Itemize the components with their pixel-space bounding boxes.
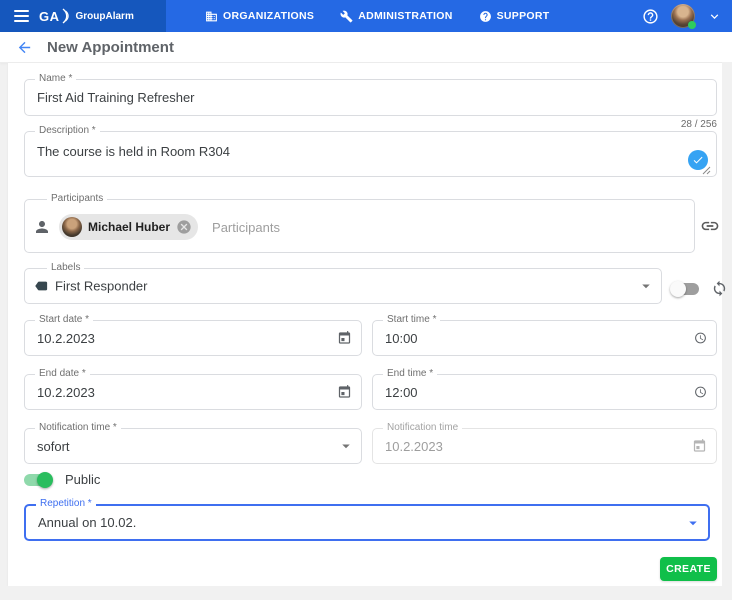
logo-swoosh-icon	[62, 7, 70, 25]
repetition-field[interactable]: Repetition *	[24, 504, 710, 541]
app-bar: GA GroupAlarm ORGANIZATIONS ADMINISTRATI…	[0, 0, 732, 32]
remove-participant-icon[interactable]	[176, 219, 192, 235]
user-avatar[interactable]	[671, 4, 695, 28]
page-background-right	[722, 62, 732, 600]
end-time-input[interactable]	[373, 375, 716, 409]
online-status-dot	[688, 21, 696, 29]
repetition-input[interactable]	[26, 506, 708, 539]
clock-icon[interactable]	[694, 332, 707, 345]
participant-avatar	[62, 217, 82, 237]
toggle-knob	[37, 472, 53, 488]
notification-date-field: Notification time	[372, 428, 717, 464]
toggle-knob	[670, 281, 686, 297]
nav-administration-label: ADMINISTRATION	[358, 10, 452, 22]
participants-field-label: Participants	[47, 193, 107, 205]
calendar-icon[interactable]	[337, 385, 352, 400]
notification-time-value[interactable]	[25, 429, 361, 463]
description-field[interactable]: Description * The course is held in Room…	[24, 131, 717, 177]
page-title: New Appointment	[47, 39, 174, 56]
resize-handle-icon[interactable]	[702, 166, 711, 175]
repetition-dropdown-caret-icon[interactable]	[684, 514, 702, 532]
nav-support-label: SUPPORT	[497, 10, 550, 22]
main-nav: ORGANIZATIONS ADMINISTRATION SUPPORT	[205, 0, 549, 32]
page-toolbar: New Appointment	[0, 32, 732, 63]
support-icon	[479, 10, 492, 23]
person-icon	[33, 218, 51, 236]
new-appointment-page: GA GroupAlarm ORGANIZATIONS ADMINISTRATI…	[0, 0, 732, 600]
nav-organizations-label: ORGANIZATIONS	[223, 10, 314, 22]
clock-icon[interactable]	[694, 386, 707, 399]
link-icon[interactable]	[700, 216, 720, 236]
end-date-input[interactable]	[25, 375, 361, 409]
notification-time-select[interactable]: Notification time *	[24, 428, 362, 464]
administration-icon	[340, 10, 353, 23]
menu-icon[interactable]	[14, 10, 29, 22]
help-icon[interactable]	[642, 8, 659, 25]
name-input[interactable]	[25, 80, 716, 115]
end-time-field[interactable]: End time *	[372, 374, 717, 410]
labels-toggle[interactable]	[672, 283, 699, 295]
page-background-bottom	[0, 586, 732, 600]
labels-dropdown-caret-icon[interactable]	[637, 277, 655, 295]
nav-organizations[interactable]: ORGANIZATIONS	[205, 10, 314, 23]
back-arrow-icon[interactable]	[16, 39, 33, 56]
start-time-field[interactable]: Start time *	[372, 320, 717, 356]
start-date-input[interactable]	[25, 321, 361, 355]
public-toggle[interactable]	[24, 474, 51, 486]
tag-icon	[34, 279, 49, 294]
start-date-field[interactable]: Start date *	[24, 320, 362, 356]
public-label: Public	[65, 472, 100, 487]
end-date-field[interactable]: End date *	[24, 374, 362, 410]
nav-administration[interactable]: ADMINISTRATION	[340, 10, 452, 23]
start-time-input[interactable]	[373, 321, 716, 355]
labels-value: First Responder	[55, 279, 147, 294]
group-alarm-logo[interactable]: GA GroupAlarm	[39, 7, 134, 25]
app-bar-right	[642, 0, 722, 32]
participants-input[interactable]	[210, 219, 688, 236]
create-button[interactable]: CREATE	[660, 557, 717, 581]
organizations-icon	[205, 10, 218, 23]
participant-name: Michael Huber	[88, 220, 170, 234]
labels-field[interactable]: Labels First Responder	[24, 268, 662, 304]
notification-date-input	[373, 429, 716, 463]
dropdown-caret-icon[interactable]	[337, 437, 355, 455]
sync-icon[interactable]	[711, 280, 728, 297]
participant-chip[interactable]: Michael Huber	[59, 214, 198, 240]
name-field[interactable]: Name *	[24, 79, 717, 116]
participants-row: Michael Huber	[33, 214, 688, 240]
name-char-counter: 28 / 256	[417, 119, 717, 130]
labels-field-label: Labels	[47, 262, 84, 274]
app-bar-brand-section: GA GroupAlarm	[0, 0, 166, 32]
nav-support[interactable]: SUPPORT	[479, 10, 550, 23]
public-row: Public	[24, 472, 100, 487]
calendar-icon	[692, 439, 707, 454]
calendar-icon[interactable]	[337, 331, 352, 346]
description-input[interactable]: The course is held in Room R304	[25, 132, 716, 176]
chevron-down-icon[interactable]	[707, 9, 722, 24]
brand-name: GroupAlarm	[76, 11, 134, 22]
participants-field[interactable]: Participants Michael Huber	[24, 199, 695, 253]
labels-extras	[672, 280, 728, 297]
logo-ga-text: GA	[39, 9, 60, 24]
